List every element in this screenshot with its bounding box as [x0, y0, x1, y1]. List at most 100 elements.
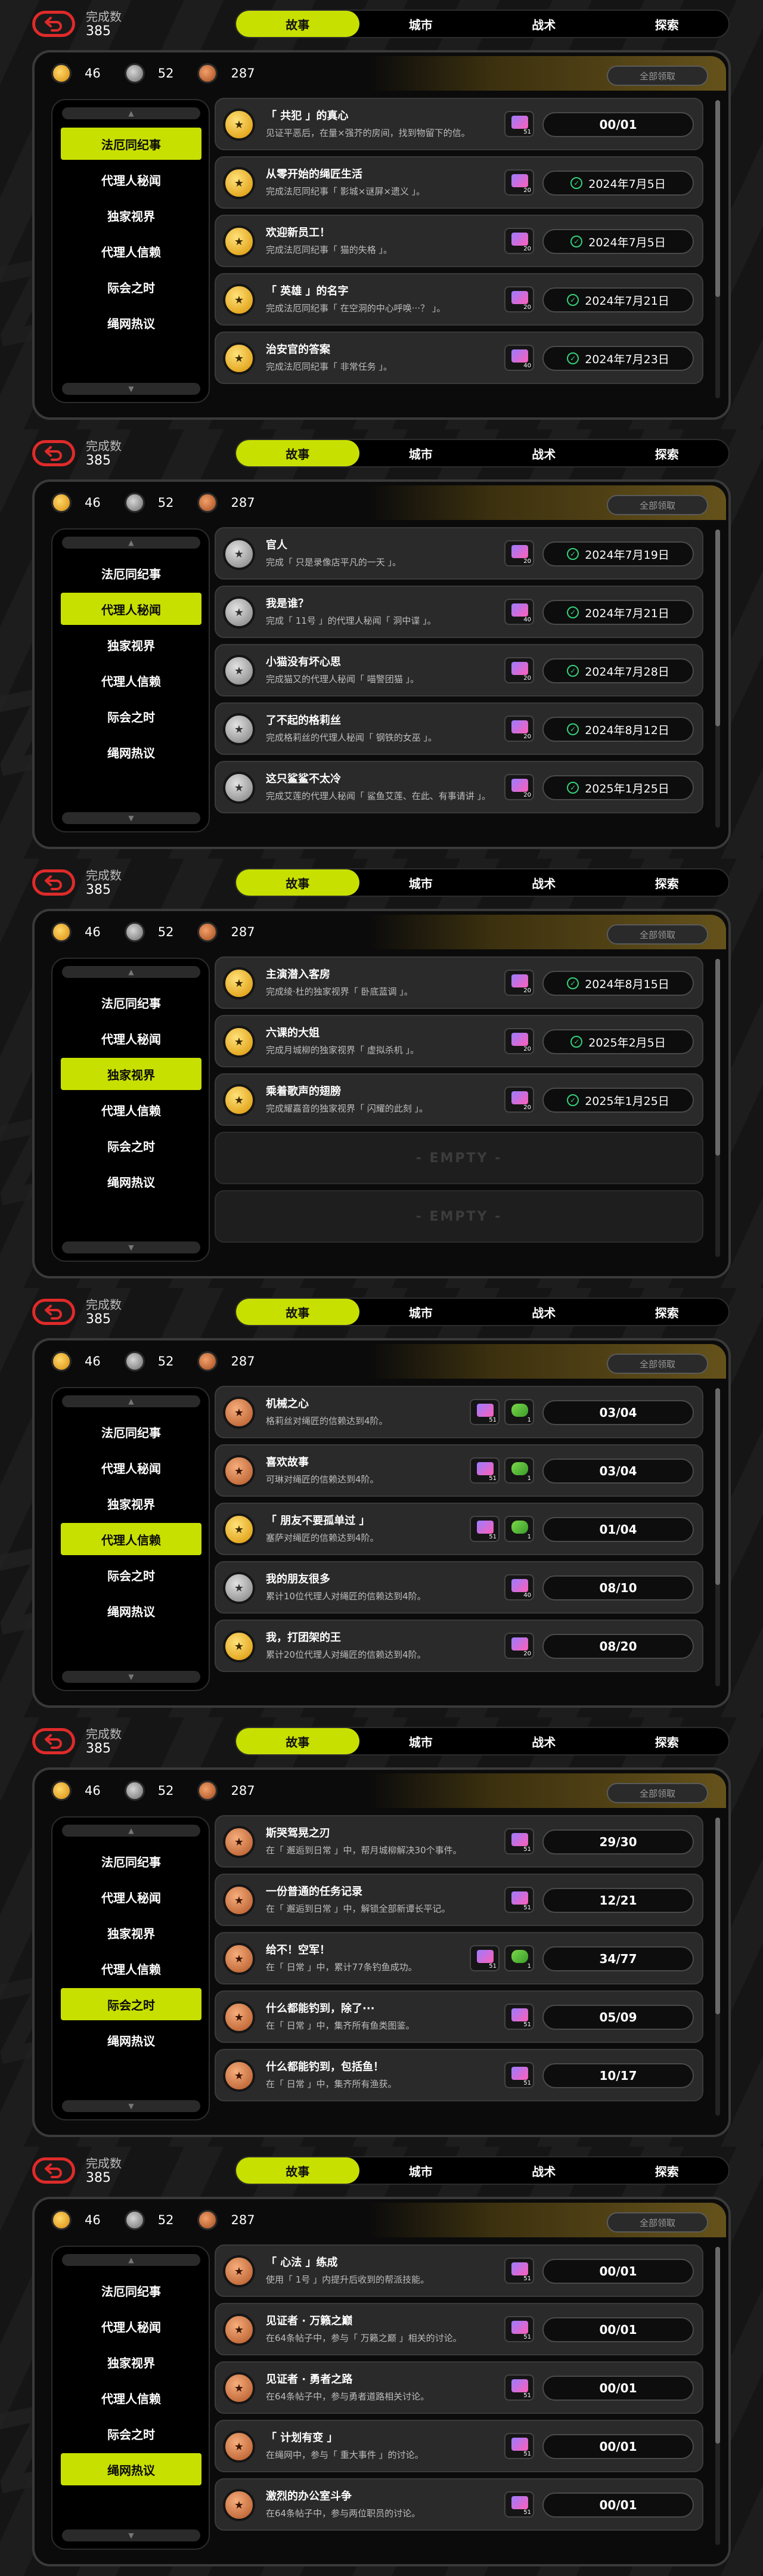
reward-item[interactable]: 51	[470, 1399, 500, 1425]
progress-counter[interactable]: 00/01	[542, 2317, 694, 2342]
claim-all-button[interactable]: 全部领取	[607, 1783, 708, 1803]
sidebar-item[interactable]: 独家视界	[61, 1058, 201, 1090]
reward-item[interactable]: 20	[504, 774, 534, 800]
reward-item[interactable]: 40	[504, 1574, 534, 1600]
achievement-row[interactable]: ★ 什么都能钓到，包括鱼！ 在「 日常 」中，集齐所有渔获。 51 10/17	[215, 2049, 703, 2101]
achievement-row[interactable]: ★ 见证者 · 万籁之巅 在64条帖子中，参与「 万籁之巅 」相关的讨论。 51 00/…	[215, 2303, 703, 2355]
achievement-row[interactable]: ★ 一份普通的任务记录 在「 邂逅到日常 」中，解锁全部新谭长平记。 51 12/21	[215, 1874, 703, 1926]
reward-item[interactable]: 20	[504, 716, 534, 742]
sidebar-item[interactable]: 法厄同纪事	[61, 2274, 201, 2306]
scrollbar-thumb[interactable]	[715, 530, 720, 726]
sidebar-item[interactable]: 独家视界	[61, 1916, 201, 1949]
tab-3[interactable]: 探索	[606, 869, 729, 896]
achievement-row[interactable]: ★ 机械之心 格莉丝对绳匠的信赖达到4阶。 51 1 03/04	[215, 1386, 703, 1438]
back-button[interactable]	[32, 2157, 75, 2184]
reward-item[interactable]: 20	[504, 657, 534, 683]
achievement-row[interactable]: ★ 「 英雄 」的名字 完成法厄同纪事「 在空洞的中心呼唤···？ 」。 20 ✓ 202…	[215, 273, 703, 326]
progress-counter[interactable]: 05/09	[542, 2005, 694, 2030]
progress-counter[interactable]: 03/04	[542, 1400, 694, 1425]
achievement-row[interactable]: ★ 我是谁？ 完成「 11号 」的代理人秘闻「 洞中谍 」。 40 ✓ 2024年7月21…	[215, 586, 703, 638]
reward-item[interactable]: 1	[504, 1457, 534, 1484]
scroll-up-icon[interactable]: ▲	[62, 1825, 200, 1837]
achievement-row[interactable]: ★ 欢迎新员工！ 完成法厄同纪事「 猫的失格 」。 20 ✓ 2024年7月5日	[215, 215, 703, 267]
reward-item[interactable]: 51	[504, 2433, 534, 2459]
sidebar-item[interactable]: 际会之时	[61, 1988, 201, 2020]
sidebar-item[interactable]: 代理人秘闻	[61, 163, 201, 196]
progress-counter[interactable]: 10/17	[542, 2063, 694, 2088]
scroll-down-icon[interactable]: ▼	[62, 1671, 200, 1683]
sidebar-item[interactable]: 代理人秘闻	[61, 1022, 201, 1054]
claim-all-button[interactable]: 全部领取	[607, 2212, 708, 2233]
sidebar-item[interactable]: 代理人信赖	[61, 1523, 201, 1555]
achievement-row[interactable]: ★ 激烈的办公室斗争 在64条帖子中，参与两位职员的讨论。 51 00/01	[215, 2478, 703, 2531]
tab-2[interactable]: 战术	[482, 1728, 606, 1754]
tab-1[interactable]: 城市	[359, 1728, 483, 1754]
reward-item[interactable]: 51	[470, 1516, 500, 1542]
scrollbar[interactable]	[715, 2247, 720, 2545]
back-button[interactable]	[32, 440, 75, 466]
tab-2[interactable]: 战术	[482, 2157, 606, 2184]
achievement-row[interactable]: ★ 了不起的格莉丝 完成格莉丝的代理人秘闻「 钢铁的女巫 」。 20 ✓ 2024年8月1…	[215, 702, 703, 755]
achievement-row[interactable]: ★ 从零开始的绳匠生活 完成法厄同纪事「 影城×谜屏×遗义 」。 20 ✓ 2024年7月…	[215, 156, 703, 209]
sidebar-item[interactable]: 绳网热议	[61, 306, 201, 339]
tab-3[interactable]: 探索	[606, 440, 729, 466]
reward-item[interactable]: 20	[504, 228, 534, 254]
sidebar-item[interactable]: 独家视界	[61, 2346, 201, 2378]
sidebar-item[interactable]: 独家视界	[61, 1487, 201, 1519]
sidebar-item[interactable]: 绳网热议	[61, 736, 201, 768]
scrollbar[interactable]	[715, 100, 720, 398]
achievement-row[interactable]: ★ 「 朋友不要孤单过 」塞萨对绳匠的信赖达到4阶。 51 1 01/04	[215, 1503, 703, 1555]
sidebar-item[interactable]: 法厄同纪事	[61, 986, 201, 1018]
sidebar-item[interactable]: 代理人信赖	[61, 1952, 201, 1984]
sidebar-item[interactable]: 代理人信赖	[61, 2382, 201, 2414]
sidebar-item[interactable]: 代理人秘闻	[61, 1451, 201, 1484]
reward-item[interactable]: 20	[504, 970, 534, 996]
reward-item[interactable]: 51	[504, 2491, 534, 2518]
scrollbar-thumb[interactable]	[715, 1388, 720, 1585]
scroll-up-icon[interactable]: ▲	[62, 107, 200, 119]
tab-1[interactable]: 城市	[359, 11, 483, 37]
reward-item[interactable]: 20	[504, 286, 534, 312]
tab-3[interactable]: 探索	[606, 11, 729, 37]
achievement-row[interactable]: ★ 「 共犯 」的真心 见证平恶后，在量×强芥的房间，找到物留下的信。 51 00/01	[215, 98, 703, 150]
achievement-row[interactable]: ★ 见证者 · 勇者之路 在64条帖子中，参与勇者道路相关讨论。 51 00/01	[215, 2361, 703, 2414]
sidebar-item[interactable]: 绳网热议	[61, 1165, 201, 1197]
reward-item[interactable]: 1	[504, 1945, 534, 1971]
sidebar-item[interactable]: 代理人秘闻	[61, 593, 201, 625]
sidebar-item[interactable]: 独家视界	[61, 199, 201, 231]
achievement-row[interactable]: ★ 我，打团架的王 累计20位代理人对绳匠的信赖达到4阶。 20 08/20	[215, 1620, 703, 1672]
tab-3[interactable]: 探索	[606, 1728, 729, 1754]
reward-item[interactable]: 20	[504, 1086, 534, 1113]
reward-item[interactable]: 51	[470, 1945, 500, 1971]
sidebar-item[interactable]: 法厄同纪事	[61, 557, 201, 589]
scroll-up-icon[interactable]: ▲	[62, 2254, 200, 2266]
achievement-row[interactable]: ★ 斯哭驾晃之刃 在「 邂逅到日常 」中，帮月城柳解决30个事件。 51 29/30	[215, 1815, 703, 1868]
reward-item[interactable]: 51	[504, 111, 534, 137]
sidebar-item[interactable]: 绳网热议	[61, 1594, 201, 1627]
back-button[interactable]	[32, 1728, 75, 1754]
claim-all-button[interactable]: 全部领取	[607, 1354, 708, 1374]
reward-item[interactable]: 20	[504, 1028, 534, 1054]
achievement-row[interactable]: ★ 什么都能钓到，除了··· 在「 日常 」中，集齐所有鱼类图鉴。 51 05/09	[215, 1990, 703, 2043]
tab-0[interactable]: 故事	[236, 440, 359, 466]
tab-1[interactable]: 城市	[359, 1299, 483, 1325]
sidebar-item[interactable]: 绳网热议	[61, 2453, 201, 2485]
reward-item[interactable]: 51	[504, 2374, 534, 2401]
scroll-up-icon[interactable]: ▲	[62, 537, 200, 549]
scroll-down-icon[interactable]: ▼	[62, 2100, 200, 2112]
reward-item[interactable]: 51	[504, 1828, 534, 1854]
sidebar-item[interactable]: 独家视界	[61, 628, 201, 661]
scrollbar[interactable]	[715, 959, 720, 1257]
tab-1[interactable]: 城市	[359, 440, 483, 466]
sidebar-item[interactable]: 代理人信赖	[61, 664, 201, 696]
progress-counter[interactable]: 01/04	[542, 1517, 694, 1542]
reward-item[interactable]: 20	[504, 1633, 534, 1659]
reward-item[interactable]: 51	[504, 2316, 534, 2342]
achievement-row[interactable]: ★ 官人 完成「 只是录像店平凡的一天 」。 20 ✓ 2024年7月19日	[215, 527, 703, 580]
achievement-row[interactable]: ★ 喜欢故事 可琳对绳匠的信赖达到4阶。 51 1 03/04	[215, 1444, 703, 1497]
reward-item[interactable]: 51	[504, 1887, 534, 1913]
scroll-down-icon[interactable]: ▼	[62, 2529, 200, 2541]
achievement-row[interactable]: ★ 这只鲨鲨不太冷 完成艾莲的代理人秘闻「 鲨鱼艾莲、在此、有事请讲 」。 20 ✓ 20…	[215, 761, 703, 813]
progress-counter[interactable]: 34/77	[542, 1946, 694, 1971]
sidebar-item[interactable]: 际会之时	[61, 2417, 201, 2450]
